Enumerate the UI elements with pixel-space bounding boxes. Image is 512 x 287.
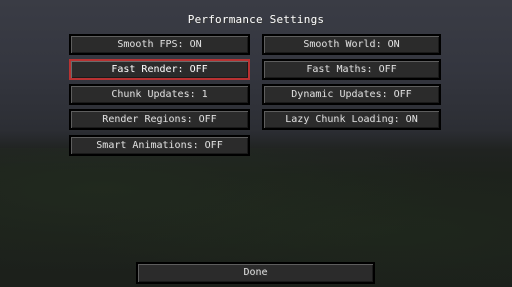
render-regions-button[interactable]: Render Regions: OFF [69,109,250,130]
done-button[interactable]: Done [136,262,375,284]
fast-render-button[interactable]: Fast Render: OFF [69,59,250,80]
fast-maths-button[interactable]: Fast Maths: OFF [262,59,441,80]
smart-animations-button[interactable]: Smart Animations: OFF [69,135,250,156]
smooth-fps-button[interactable]: Smooth FPS: ON [69,34,250,55]
smooth-world-button[interactable]: Smooth World: ON [262,34,441,55]
chunk-updates-button[interactable]: Chunk Updates: 1 [69,84,250,105]
dynamic-updates-button[interactable]: Dynamic Updates: OFF [262,84,441,105]
lazy-chunk-loading-button[interactable]: Lazy Chunk Loading: ON [262,109,441,130]
page-title: Performance Settings [187,13,325,26]
